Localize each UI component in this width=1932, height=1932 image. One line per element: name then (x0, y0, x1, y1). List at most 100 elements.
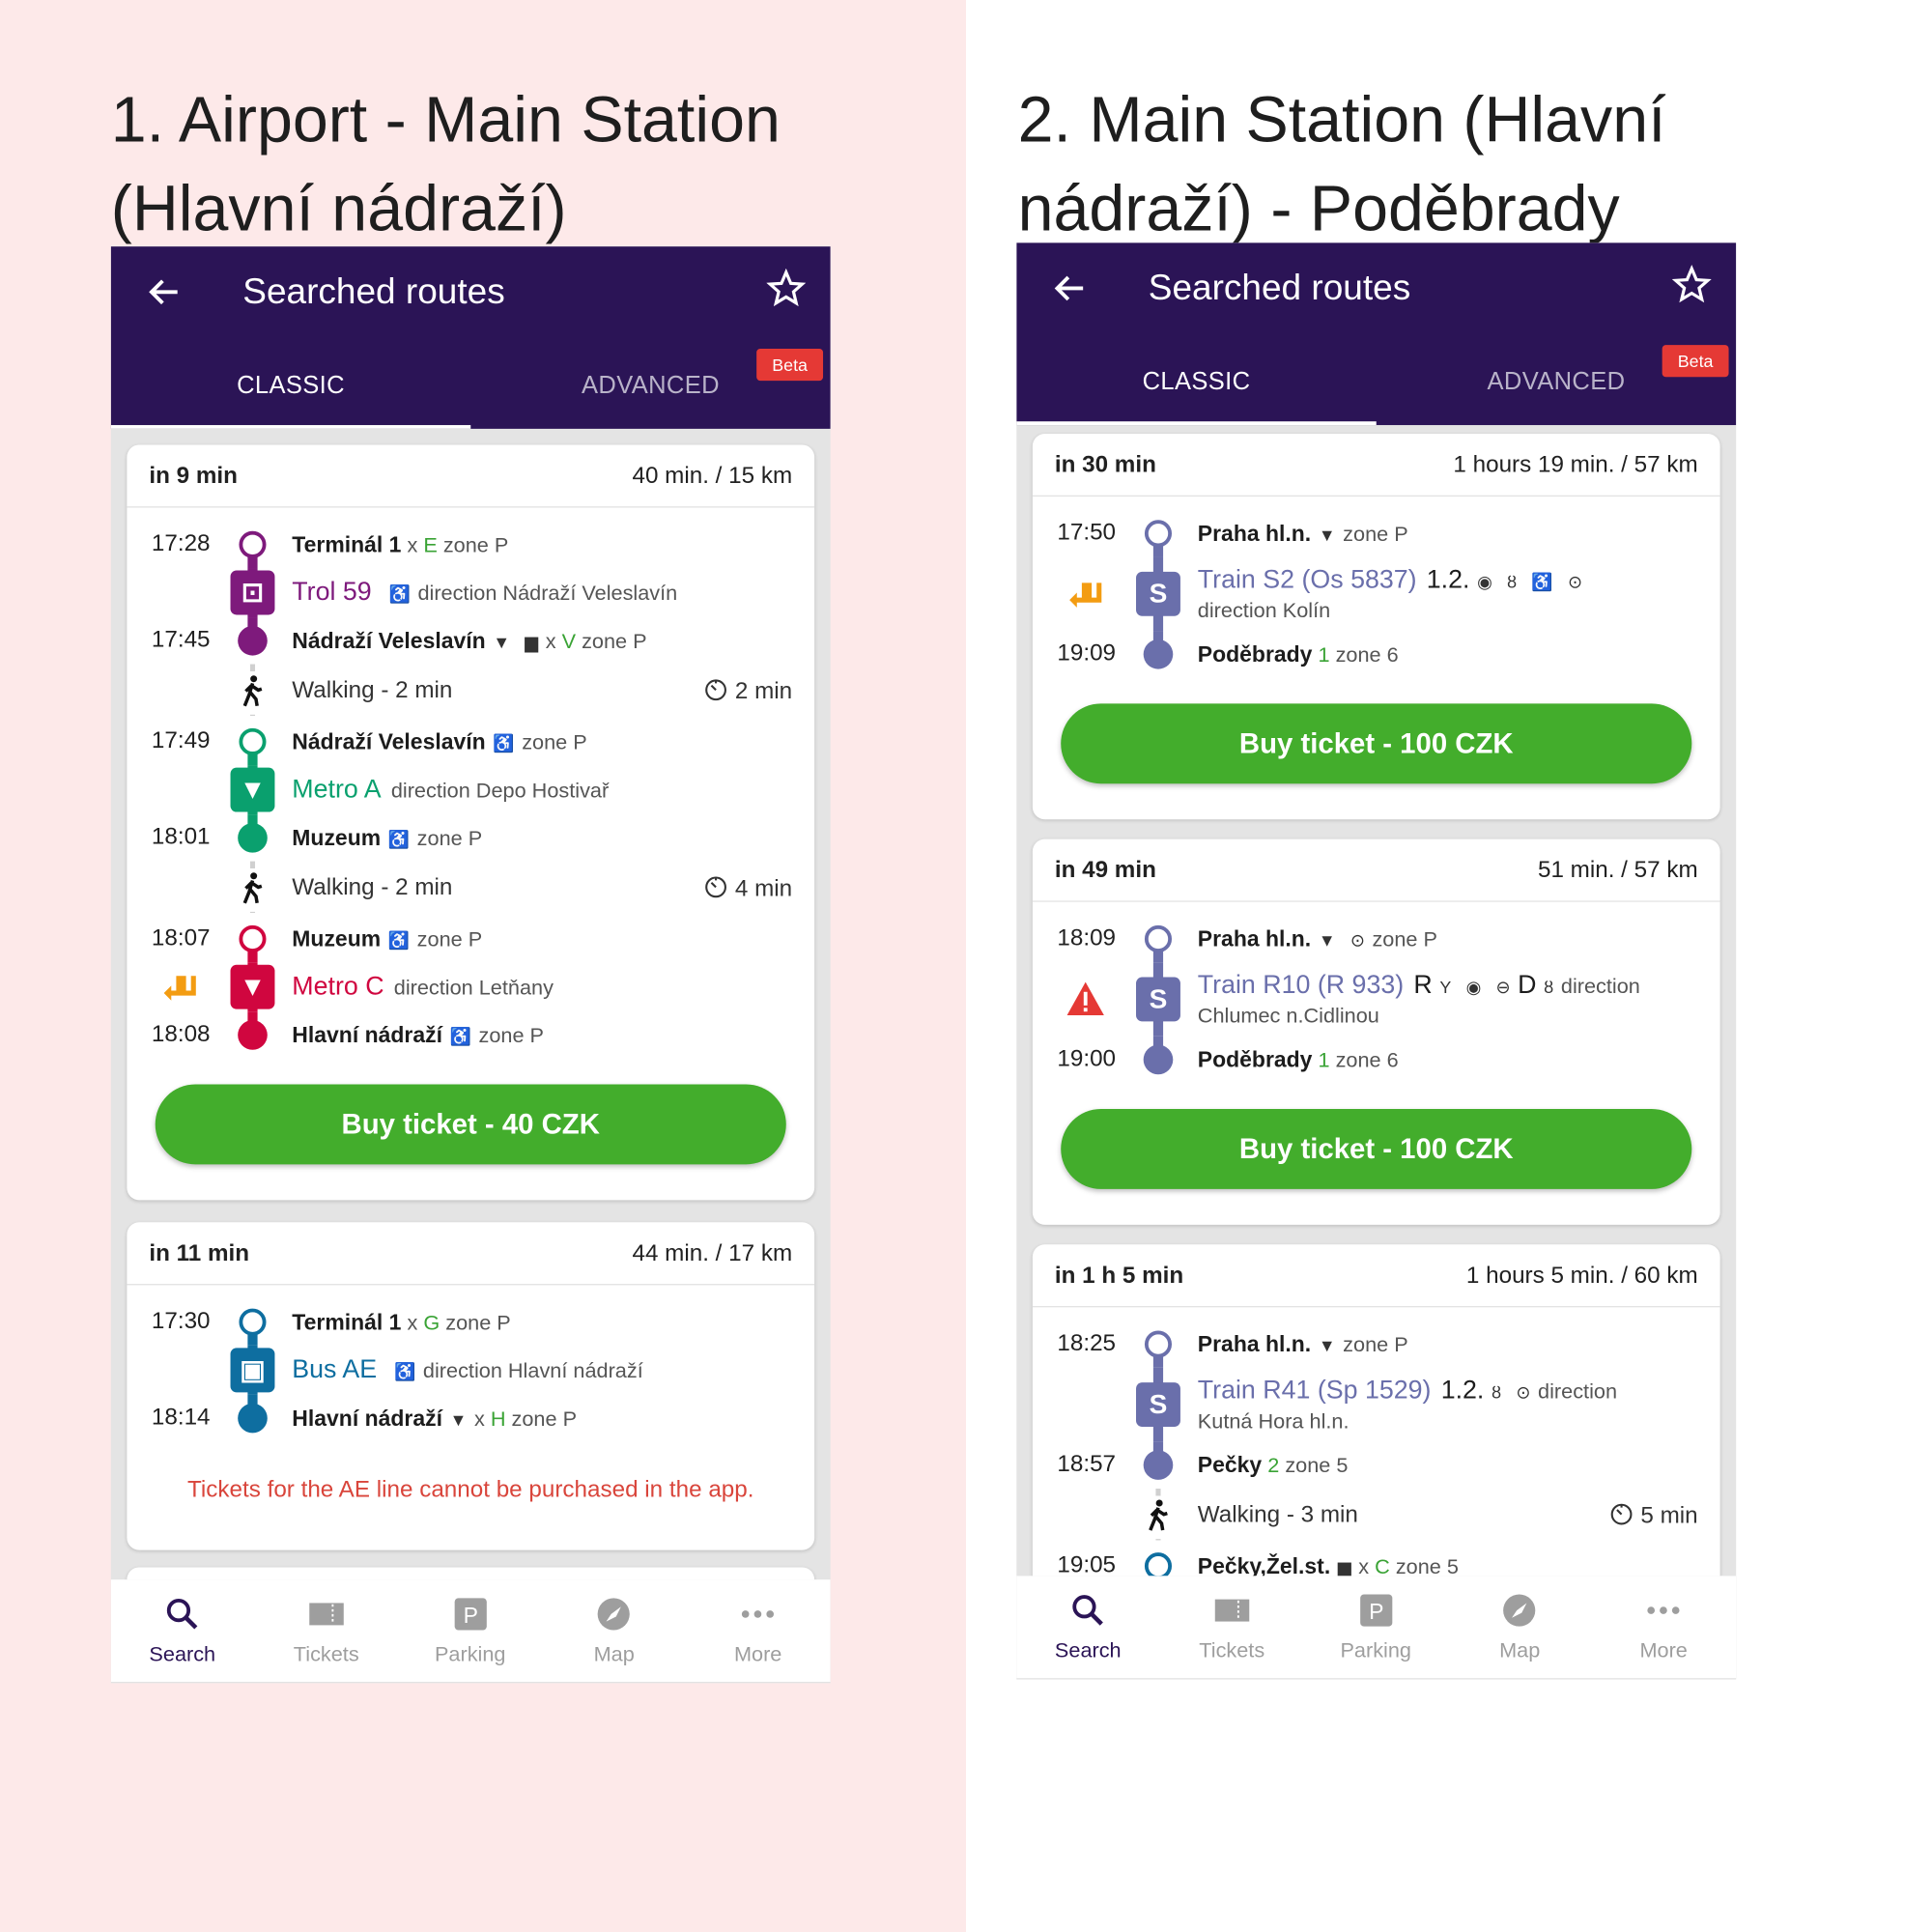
stop-time: 18:07 (151, 924, 211, 952)
stop-row: 18:07 Muzeum ♿ zone P (127, 916, 814, 963)
info-text: direction Depo Hostivař (390, 779, 610, 803)
wheelchair-icon: ♿ (388, 583, 411, 604)
stop-end-dot-icon (238, 625, 268, 656)
route-card[interactable]: in 30 min 1 hours 19 min. / 57 km 17:50 Pra… (1032, 433, 1720, 820)
info-text: direction Nádraží Veleslavín (417, 582, 678, 606)
route-summary: 51 min. / 57 km (1537, 857, 1698, 884)
walking-row: Walking - 2 min 2 min (127, 664, 814, 719)
route-card[interactable]: in 1 h 5 min 1 hours 5 min. / 60 km 18:25 P… (1032, 1244, 1720, 1577)
nav-parking[interactable]: P Parking (399, 1579, 542, 1683)
line-row: S Train R10 (R 933) R Y ◉ ⊖ Dȣ direction Chlumec… (1033, 962, 1720, 1037)
back-arrow-icon[interactable] (146, 273, 183, 310)
info-text: 2 (1262, 1454, 1280, 1478)
line-name[interactable]: Bus AE (292, 1355, 377, 1383)
back-arrow-icon[interactable] (1051, 270, 1088, 306)
routes-list[interactable]: in 9 min 40 min. / 15 km 17:28 Terminál 1 x… (111, 429, 831, 1580)
info-text: zone 5 (1389, 1554, 1459, 1577)
socket-icon: ⊖ (1495, 977, 1511, 997)
line-name[interactable]: Train R10 (R 933) (1198, 971, 1404, 999)
clock-icon (703, 678, 728, 710)
info-text: zone P (1343, 1333, 1408, 1357)
timeline (1133, 1488, 1182, 1543)
stop-time: 17:30 (151, 1308, 211, 1335)
line-info[interactable]: Train S2 (Os 5837) 1.2. ◉ ȣ ♿ ⊙ (1198, 565, 1703, 595)
stop-end-dot-icon (1143, 639, 1174, 669)
line-info[interactable]: Metro C direction Letňany (292, 972, 797, 1002)
nav-map[interactable]: Map (1448, 1576, 1591, 1679)
route-card-header: in 9 min 40 min. / 15 km (127, 444, 815, 508)
bicycle-icon: ȣ (1544, 977, 1554, 997)
nav-search[interactable]: Search (111, 1579, 254, 1683)
timeline (228, 1298, 277, 1346)
line-info[interactable]: Metro A direction Depo Hostivař (292, 775, 797, 805)
line-row: S Train R41 (Sp 1529) 1.2. ȣ ⊙ direction Kutná… (1033, 1367, 1720, 1442)
line-info[interactable]: Trol 59 ♿ direction Nádraží Veleslavín (292, 579, 797, 607)
info-text: zone P (416, 927, 483, 952)
line-name[interactable]: Train S2 (Os 5837) (1198, 565, 1417, 593)
timeline (228, 861, 277, 916)
info-text: zone P (1372, 927, 1437, 952)
info-text: 1.2. (1426, 565, 1470, 594)
nav-label: Tickets (293, 1642, 359, 1666)
stop-row: 17:45 Nádraží Veleslavín ▼ ▆ x V zone P (127, 617, 814, 664)
heading-line: 2. Main Station (Hlavní (1017, 85, 1666, 156)
route-card-header: in 11 min 44 min. / 17 km (127, 1222, 815, 1286)
nav-tickets[interactable]: Tickets (255, 1579, 398, 1683)
info-text: Hlavní nádraží (292, 1022, 442, 1048)
line-row: ▣ Bus AE ♿ direction Hlavní nádraží (127, 1345, 814, 1395)
stop-time: 17:28 (151, 530, 211, 557)
stop-time: 18:14 (151, 1405, 211, 1431)
route-card[interactable] (127, 1567, 815, 1580)
tab-classic[interactable]: CLASSIC (1016, 366, 1376, 398)
route-card[interactable]: in 11 min 44 min. / 17 km 17:30 Terminál 1 … (127, 1222, 815, 1550)
stop-info: Praha hl.n. ▼ zone P (1198, 520, 1703, 548)
line-name[interactable]: Metro C (292, 972, 384, 1000)
nav-more[interactable]: More (687, 1579, 830, 1683)
metro-icon: ▼ (230, 767, 275, 812)
walking-duration: 5 min (1608, 1502, 1698, 1534)
nav-more[interactable]: More (1592, 1576, 1735, 1679)
star-icon[interactable] (1671, 264, 1712, 304)
duration-value: 5 min (1640, 1503, 1698, 1529)
parking-icon: P (453, 1597, 488, 1632)
info-text: 1 (1312, 642, 1330, 668)
line-info[interactable]: Train R41 (Sp 1529) 1.2. ȣ ⊙ direction (1198, 1377, 1703, 1406)
departure-in: in 9 min (149, 463, 238, 490)
info-text: x (545, 629, 562, 654)
tab-classic[interactable]: CLASSIC (111, 370, 470, 402)
stop-info: Praha hl.n. ▼ zone P (1198, 1331, 1703, 1359)
line-info[interactable]: Train R10 (R 933) R Y ◉ ⊖ Dȣ direction (1198, 972, 1703, 1000)
buy-ticket-button[interactable]: Buy ticket - 40 CZK (155, 1084, 786, 1165)
info-text: Praha hl.n. (1197, 521, 1312, 547)
info-text: zone P (416, 826, 483, 851)
star-icon[interactable] (766, 268, 807, 308)
departure-in: in 49 min (1054, 857, 1156, 884)
stop-info: Poděbrady 1 zone 6 (1198, 1046, 1703, 1074)
info-text: zone P (478, 1023, 545, 1048)
timeline (1133, 1441, 1182, 1488)
clock-icon (1608, 1502, 1634, 1534)
metro-icon: ▼ (1318, 1335, 1336, 1356)
more-icon (741, 1597, 776, 1632)
svg-text:P: P (463, 1603, 477, 1628)
nav-tickets[interactable]: Tickets (1160, 1576, 1303, 1679)
info-text: Muzeum (292, 926, 382, 952)
buy-ticket-button[interactable]: Buy ticket - 100 CZK (1061, 1108, 1692, 1189)
line-info[interactable]: Bus AE ♿ direction Hlavní nádraží (292, 1356, 797, 1384)
nav-parking[interactable]: P Parking (1304, 1576, 1447, 1679)
stop-time: 17:49 (151, 727, 211, 754)
nav-map[interactable]: Map (543, 1579, 686, 1683)
buy-ticket-button[interactable]: Buy ticket - 100 CZK (1061, 703, 1692, 784)
line-name[interactable]: Trol 59 (292, 578, 371, 606)
nav-search[interactable]: Search (1016, 1576, 1159, 1679)
timeline (228, 617, 277, 664)
line-name[interactable]: Train R41 (Sp 1529) (1198, 1377, 1432, 1405)
line-name[interactable]: Metro A (292, 775, 381, 803)
timeline (228, 916, 277, 963)
info-text: direction (1538, 1379, 1618, 1404)
routes-list[interactable]: in 30 min 1 hours 19 min. / 57 km 17:50 Pra… (1016, 425, 1736, 1577)
route-card[interactable]: in 9 min 40 min. / 15 km 17:28 Terminál 1 x… (127, 444, 815, 1201)
info-text: Poděbrady (1197, 1047, 1313, 1072)
info-text: Nádraží Veleslavín (292, 628, 486, 654)
route-card[interactable]: in 49 min 51 min. / 57 km 18:09 Praha hl.n.… (1032, 838, 1720, 1225)
